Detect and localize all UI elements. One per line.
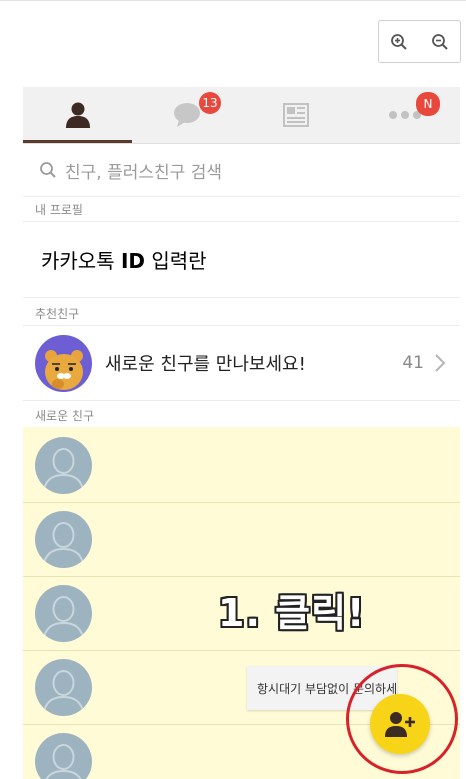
- section-new-friends: 새로운 친구: [35, 409, 95, 423]
- profile-id-suffix: 입력란: [145, 249, 207, 273]
- tab-bar: 13 N: [23, 87, 460, 144]
- more-badge: N: [416, 92, 440, 116]
- profile-id-row[interactable]: 카카오톡 ID 입력란: [23, 222, 460, 297]
- add-friend-icon: [385, 712, 415, 737]
- tab-chats[interactable]: 13: [132, 87, 241, 143]
- recommended-count: 41: [402, 353, 424, 373]
- news-icon: [282, 103, 309, 127]
- profile-id-label: ID: [120, 249, 146, 273]
- add-friend-button[interactable]: [370, 694, 430, 754]
- help-tooltip: 항시대기 부담없이 문의하세요.: [247, 666, 397, 710]
- default-avatar-icon: [35, 511, 92, 568]
- friend-list-item[interactable]: [23, 503, 460, 577]
- top-divider: [0, 0, 466, 1]
- zoom-out-button[interactable]: [425, 27, 455, 57]
- friend-list-item[interactable]: [23, 429, 460, 503]
- profile-id-text: 카카오톡 ID 입력란: [41, 245, 207, 274]
- zoom-in-button[interactable]: [384, 27, 414, 57]
- zoom-out-icon: [431, 33, 448, 50]
- friend-search-bar[interactable]: 친구, 플러스친구 검색: [23, 144, 460, 197]
- default-avatar-icon: [35, 585, 92, 642]
- divider: [23, 400, 460, 401]
- zoom-in-icon: [391, 33, 407, 50]
- chats-badge: 13: [199, 92, 221, 114]
- ryan-character-icon: [44, 349, 83, 390]
- search-icon: [40, 162, 56, 178]
- tab-channel[interactable]: [241, 87, 350, 143]
- section-my-profile: 내 프로필: [35, 203, 83, 217]
- search-placeholder: 친구, 플러스친구 검색: [65, 162, 222, 183]
- chevron-right-icon: [435, 354, 446, 372]
- recommended-friends-row[interactable]: 새로운 친구를 만나보세요! 41: [23, 326, 460, 400]
- section-recommended: 추천친구: [35, 307, 80, 321]
- default-avatar-icon: [35, 659, 92, 716]
- click-annotation: 1. 클릭!: [218, 591, 366, 635]
- person-icon: [65, 102, 90, 128]
- profile-id-prefix: 카카오톡: [41, 249, 121, 273]
- zoom-controls: [378, 20, 461, 63]
- recommended-title: 새로운 친구를 만나보세요!: [105, 354, 306, 375]
- default-avatar-icon: [35, 733, 92, 779]
- tab-more[interactable]: N: [350, 87, 459, 143]
- default-avatar-icon: [35, 437, 92, 494]
- more-dots-icon: [388, 111, 421, 119]
- chat-bubble-icon: [173, 103, 200, 127]
- ryan-avatar: [35, 334, 92, 392]
- divider: [23, 297, 460, 298]
- tab-friends[interactable]: [23, 87, 132, 143]
